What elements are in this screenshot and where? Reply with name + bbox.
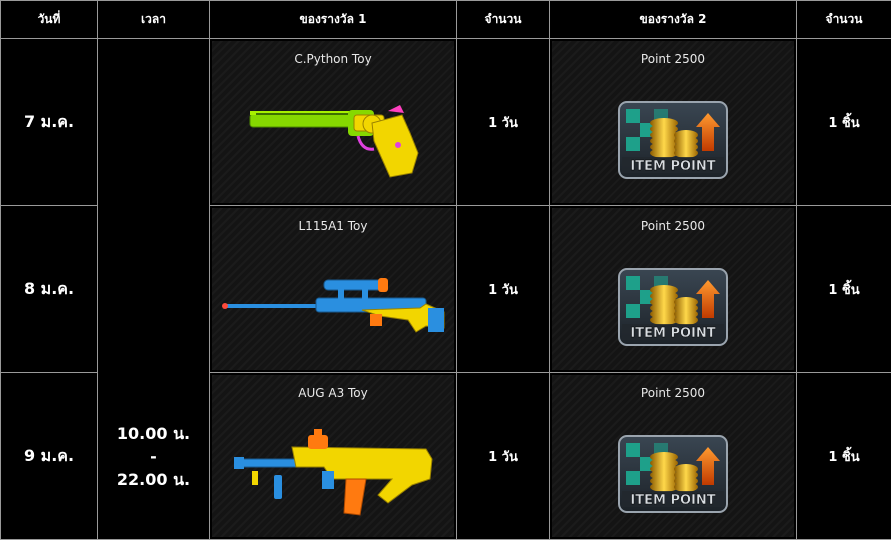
- quantity-2-cell: 1 ชิ้น: [796, 205, 891, 373]
- reward-schedule-table: วันที่ เวลา ของรางวัล 1 จำนวน ของรางวัล …: [0, 0, 891, 540]
- reward-2-name: Point 2500: [640, 52, 706, 66]
- reward-1-panel: L115A1 Toy: [212, 208, 454, 370]
- header-quantity-2: จำนวน: [796, 0, 891, 39]
- revolver-toy-icon: [249, 105, 419, 178]
- quantity-1-cell: 1 วัน: [456, 372, 550, 540]
- reward-1-panel: AUG A3 Toy: [212, 375, 454, 537]
- header-time: เวลา: [97, 0, 210, 39]
- item-point-label: ITEM POINT: [630, 493, 715, 508]
- time-end: 22.00 น.: [116, 470, 191, 489]
- reward-2-panel: Point 2500 ITEM POINT: [552, 375, 794, 537]
- time-start: 10.00 น.: [116, 424, 191, 443]
- header-reward-1: ของรางวัล 1: [209, 0, 457, 39]
- header-date: วันที่: [0, 0, 98, 39]
- header-row: วันที่ เวลา ของรางวัล 1 จำนวน ของรางวัล …: [0, 0, 891, 39]
- reward-2-cell: Point 2500 ITEM POINT: [549, 372, 797, 540]
- date-cell: 8 ม.ค.: [0, 205, 98, 373]
- item-point-icon: ITEM POINT: [618, 101, 728, 179]
- reward-2-cell: Point 2500 ITEM POINT: [549, 205, 797, 373]
- reward-1-cell: C.Python Toy: [209, 38, 457, 206]
- quantity-1-cell: 1 วัน: [456, 205, 550, 373]
- item-point-icon: ITEM POINT: [618, 435, 728, 513]
- reward-2-panel: Point 2500 ITEM POINT: [552, 41, 794, 203]
- quantity-1-cell: 1 วัน: [456, 38, 550, 206]
- header-quantity-1: จำนวน: [456, 0, 550, 39]
- assault-rifle-toy-icon: [234, 429, 433, 516]
- reward-2-name: Point 2500: [640, 386, 706, 400]
- quantity-2-cell: 1 ชิ้น: [796, 38, 891, 206]
- reward-1-cell: L115A1 Toy: [209, 205, 457, 373]
- reward-1-panel: C.Python Toy: [212, 41, 454, 203]
- sniper-rifle-toy-icon: [222, 278, 445, 333]
- reward-2-panel: Point 2500 ITEM POINT: [552, 208, 794, 370]
- item-point-label: ITEM POINT: [630, 159, 715, 174]
- date-cell: 7 ม.ค.: [0, 38, 98, 206]
- reward-2-cell: Point 2500 ITEM POINT: [549, 38, 797, 206]
- header-reward-2: ของรางวัล 2: [549, 0, 797, 39]
- item-point-icon: ITEM POINT: [618, 268, 728, 346]
- quantity-2-cell: 1 ชิ้น: [796, 372, 891, 540]
- reward-1-cell: AUG A3 Toy: [209, 372, 457, 540]
- time-slot-cell: 10.00 น. - 22.00 น.: [97, 38, 210, 540]
- item-point-label: ITEM POINT: [630, 326, 715, 341]
- reward-2-name: Point 2500: [640, 219, 706, 233]
- date-cell: 9 ม.ค.: [0, 372, 98, 540]
- table-row: 7 ม.ค. 10.00 น. - 22.00 น. C.Python Toy: [0, 38, 891, 540]
- time-separator: -: [150, 447, 157, 466]
